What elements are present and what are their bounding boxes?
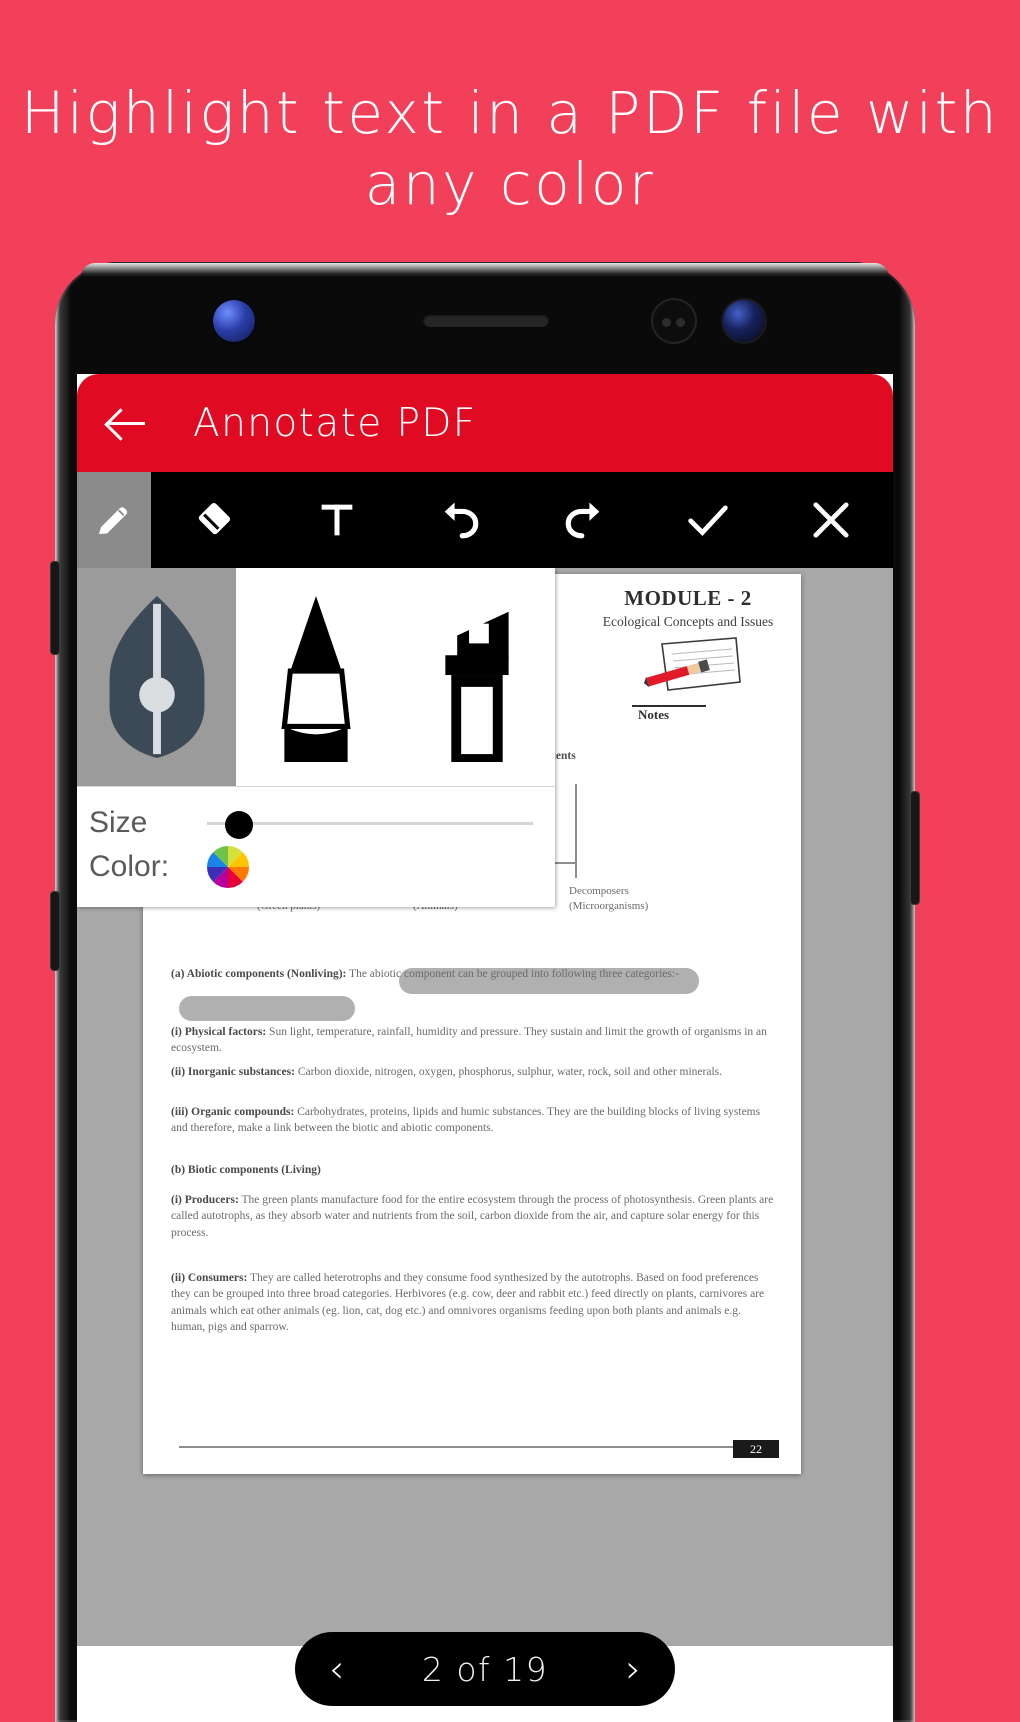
paragraph-body: They are called heterotrophs and they co…	[171, 1272, 765, 1333]
org-line-vertical-root	[575, 784, 577, 864]
highlight-annotation[interactable]	[179, 996, 355, 1021]
tool-settings: Size Color:	[77, 786, 555, 907]
toolbar-redo-button[interactable]	[522, 472, 646, 568]
annotation-toolbar	[77, 472, 893, 568]
back-arrow-icon[interactable]	[101, 397, 153, 449]
page-nav-area: ‹ 2 of 19 ›	[77, 1632, 893, 1722]
size-slider-track	[207, 822, 533, 825]
front-camera-icon	[723, 300, 765, 342]
toolbar-eraser-button[interactable]	[151, 472, 275, 568]
promo-headline: Highlight text in a PDF file with any co…	[0, 78, 1020, 220]
pdf-page-number: 22	[733, 1440, 779, 1458]
toolbar-text-button[interactable]	[275, 472, 399, 568]
pen-icon	[99, 507, 128, 535]
tool-picker-panel: Size Color:	[77, 568, 555, 907]
pdf-paragraph: (b) Biotic components (Living)	[171, 1162, 775, 1178]
app-bar: Annotate PDF	[77, 374, 893, 472]
pdf-paragraph: (i) Physical factors: Sun light, tempera…	[171, 1024, 775, 1057]
size-label: Size	[89, 806, 148, 839]
check-icon	[687, 505, 728, 536]
page-indicator: 2 of 19	[421, 1649, 549, 1689]
chevron-left-icon[interactable]: ‹	[329, 1650, 344, 1688]
paragraph-lead: (a) Abiotic components (Nonliving):	[171, 968, 347, 980]
page-navigator: ‹ 2 of 19 ›	[295, 1632, 675, 1706]
paragraph-lead: (iii) Organic compounds:	[171, 1106, 295, 1118]
earpiece-speaker-icon	[423, 314, 549, 327]
page-footer-rule	[179, 1446, 739, 1448]
org-node-title: Decomposers	[569, 885, 629, 897]
tool-option-pencil[interactable]	[236, 568, 395, 786]
pdf-paragraph: (a) Abiotic components (Nonliving): The …	[171, 966, 775, 982]
proximity-sensor-icon	[653, 300, 695, 342]
pdf-viewport[interactable]: MODULE - 2 Ecological Concepts and Issue…	[77, 568, 893, 1646]
promo-headline-line-2: any color	[364, 149, 656, 218]
phone-screen: Annotate PDF MODULE - 2 Ecological Conce…	[77, 374, 893, 1722]
page-title: Annotate PDF	[193, 400, 477, 446]
size-slider[interactable]	[207, 808, 533, 839]
size-setting-row: Size	[77, 801, 555, 845]
org-line-branch-3	[575, 862, 577, 878]
close-x-icon	[813, 502, 849, 538]
paragraph-lead: (ii) Inorganic substances:	[171, 1066, 295, 1078]
chevron-right-icon[interactable]: ›	[626, 1650, 641, 1688]
notes-label: Notes	[632, 705, 706, 723]
module-subtitle: Ecological Concepts and Issues	[602, 614, 774, 629]
phone-volume-button[interactable]	[51, 892, 59, 970]
color-label: Color:	[89, 850, 170, 883]
promo-headline-line-1: Highlight text in a PDF file with	[20, 79, 1000, 147]
phone-power-button[interactable]	[911, 792, 919, 904]
paragraph-body: Carbon dioxide, nitrogen, oxygen, phosph…	[294, 1066, 723, 1078]
eraser-icon	[198, 502, 230, 535]
text-t-icon	[321, 504, 352, 536]
paragraph-lead: (ii) Consumers:	[171, 1272, 248, 1284]
org-node-sub: (Microorganisms)	[569, 899, 649, 912]
tool-options-row	[77, 568, 555, 786]
module-header: MODULE - 2 Ecological Concepts and Issue…	[593, 586, 783, 722]
notes-badge-icon: Notes	[628, 636, 748, 722]
toolbar-pen-button[interactable]	[77, 472, 151, 568]
pencil-icon	[281, 595, 351, 762]
paragraph-lead: (i) Producers:	[171, 1194, 239, 1206]
pdf-paragraph: (i) Producers: The green plants manufact…	[171, 1192, 775, 1241]
color-setting-row: Color:	[77, 845, 555, 889]
toolbar-undo-button[interactable]	[398, 472, 522, 568]
undo-arrow-icon	[444, 502, 479, 539]
size-slider-thumb[interactable]	[225, 811, 253, 839]
phone-top-bezel	[55, 262, 915, 374]
paragraph-lead: (b) Biotic components (Living)	[171, 1164, 321, 1176]
module-title: MODULE - 2	[624, 586, 752, 610]
iris-scanner-icon	[213, 300, 255, 342]
paragraph-lead: (i) Physical factors:	[171, 1026, 267, 1038]
highlighter-marker-icon	[445, 611, 509, 762]
tool-option-highlighter[interactable]	[396, 568, 555, 786]
pdf-paragraph: (iii) Organic compounds: Carbohydrates, …	[171, 1104, 775, 1137]
color-wheel-icon[interactable]	[207, 846, 249, 888]
paragraph-body: The green plants manufacture food for th…	[171, 1194, 774, 1239]
tool-option-fountain-pen[interactable]	[77, 568, 237, 786]
fountain-pen-nib-icon	[109, 595, 205, 759]
org-node: Decomposers (Microorganisms)	[569, 884, 719, 914]
paragraph-body: The abiotic component can be grouped int…	[346, 968, 679, 980]
phone-bixby-button[interactable]	[51, 562, 59, 654]
phone-device-frame: Annotate PDF MODULE - 2 Ecological Conce…	[51, 262, 919, 1722]
pdf-paragraph: (ii) Inorganic substances: Carbon dioxid…	[171, 1064, 775, 1080]
pdf-paragraph: (ii) Consumers: They are called heterotr…	[171, 1270, 775, 1335]
toolbar-confirm-button[interactable]	[646, 472, 770, 568]
redo-arrow-icon	[565, 502, 600, 539]
toolbar-cancel-button[interactable]	[769, 472, 893, 568]
